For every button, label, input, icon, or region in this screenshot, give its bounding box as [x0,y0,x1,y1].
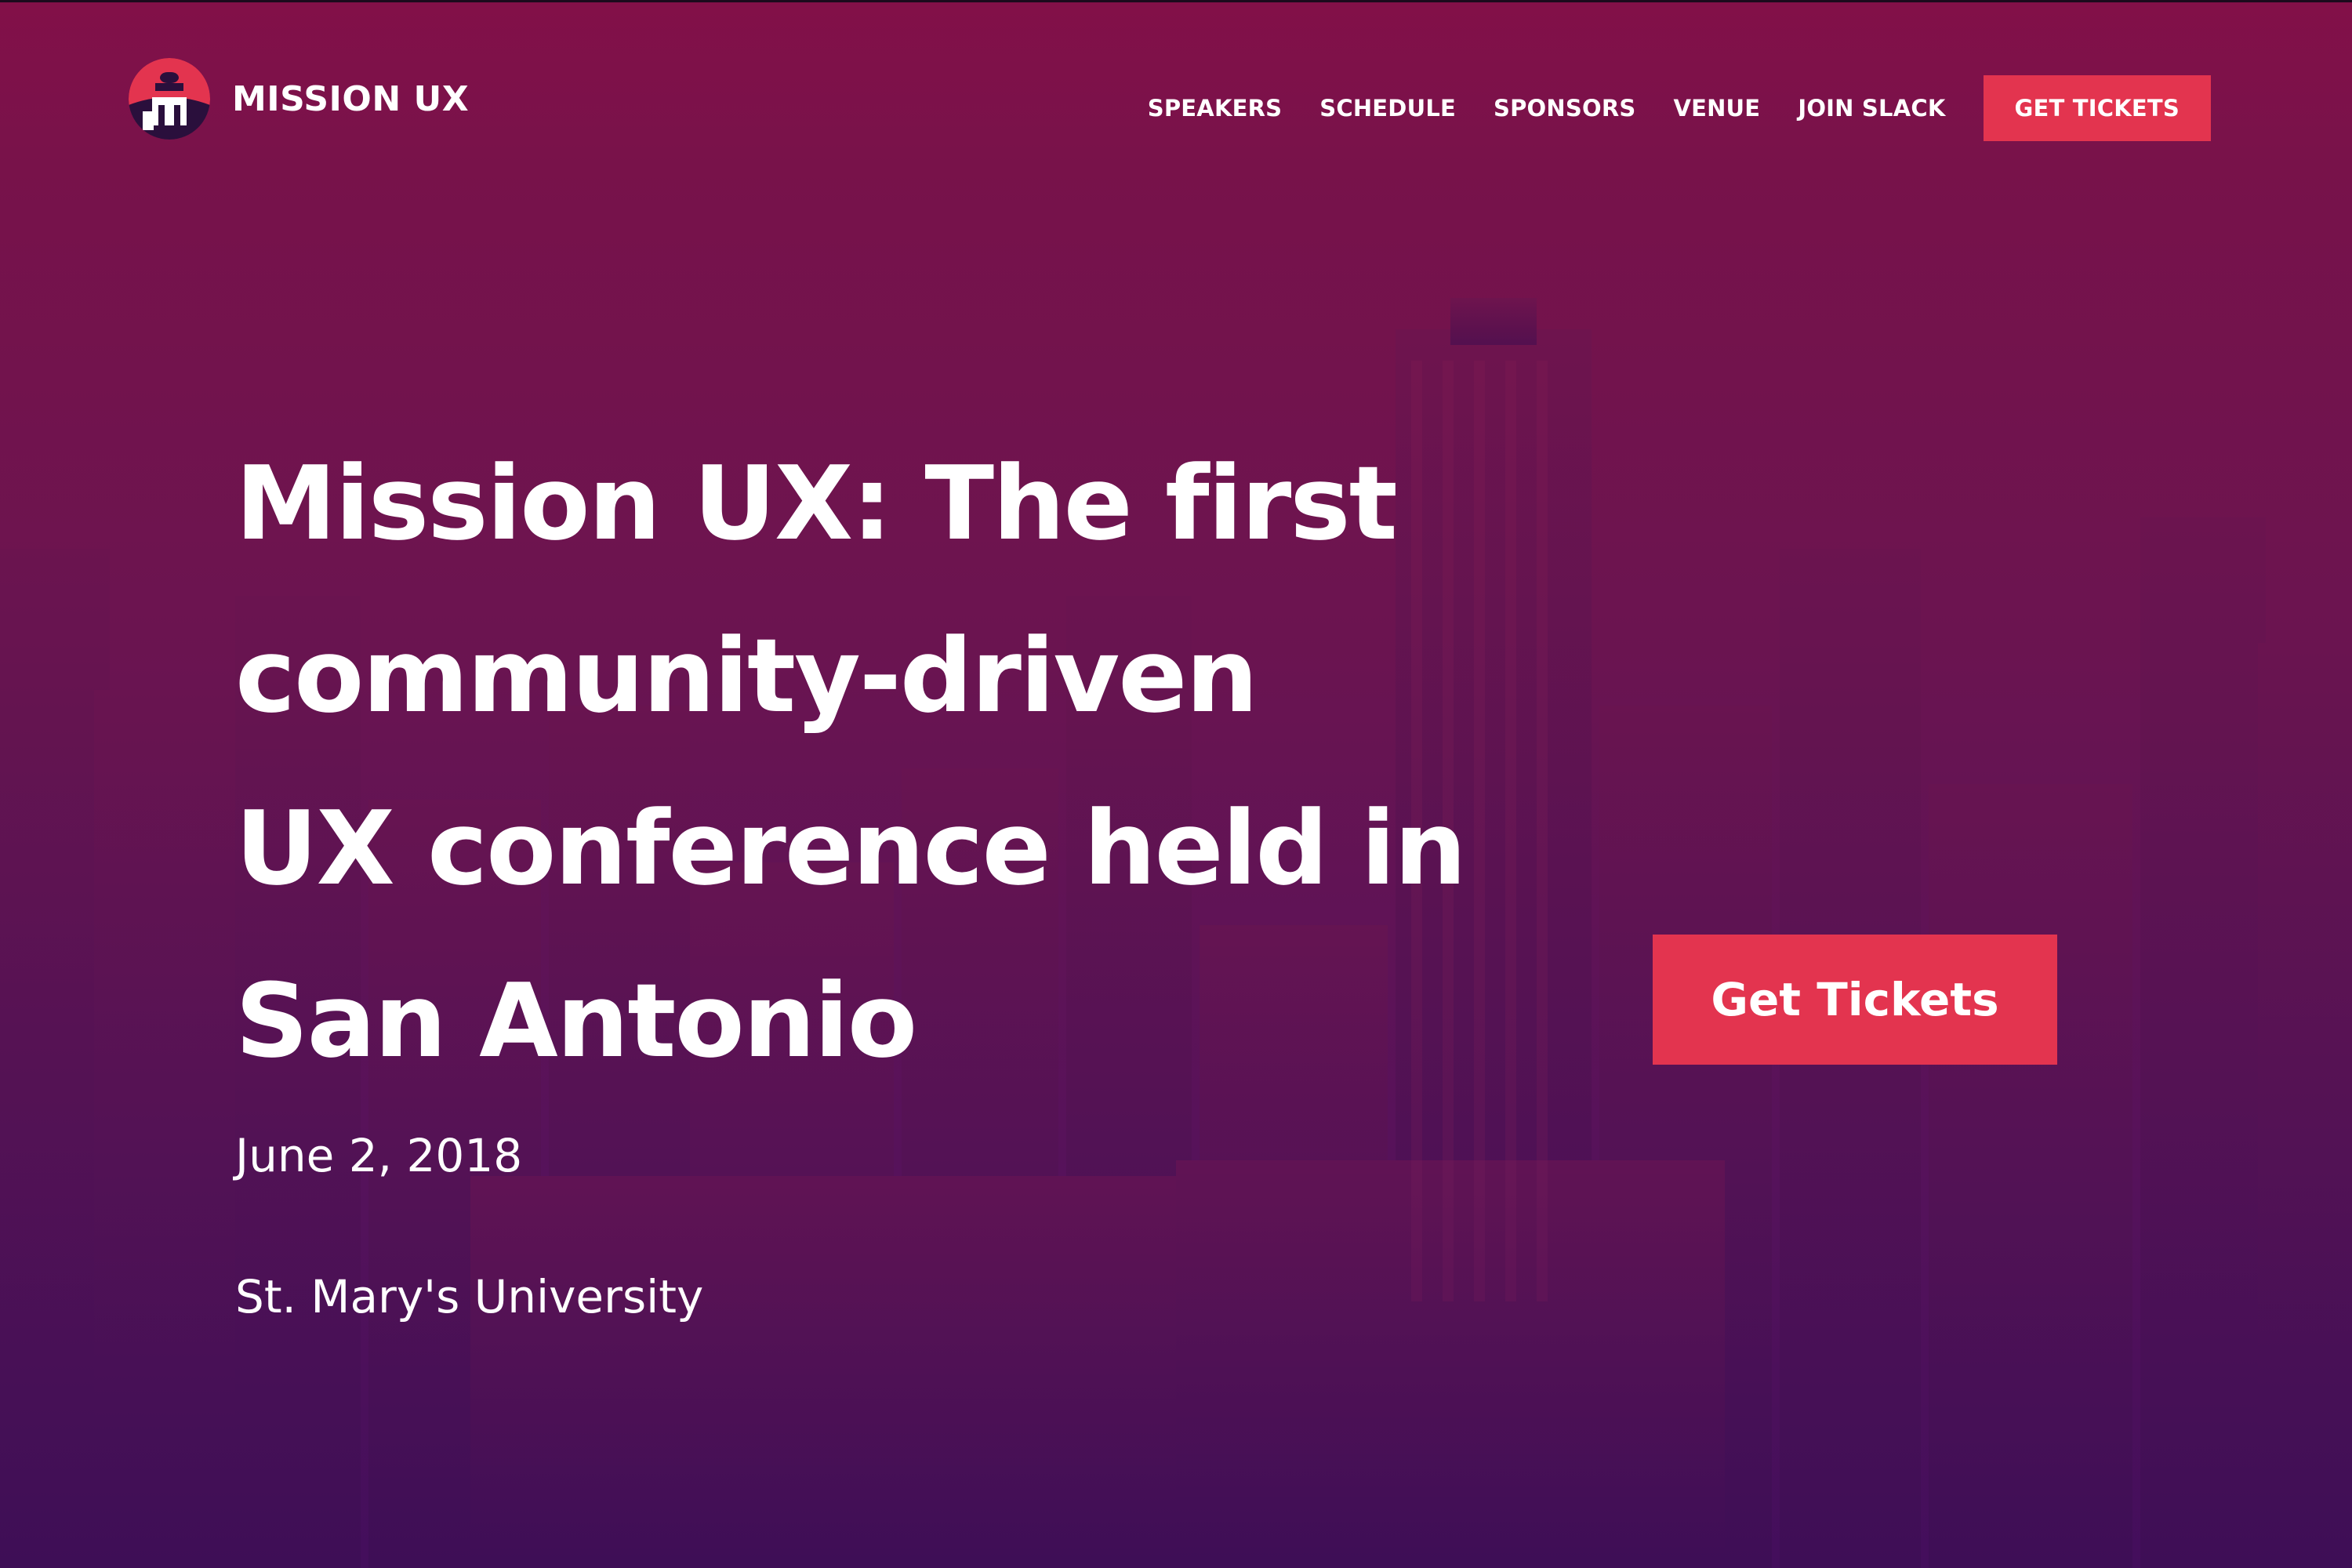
nav-get-tickets-button[interactable]: GET TICKETS [1983,75,2211,141]
nav-item-speakers[interactable]: SPEAKERS [1148,95,1283,122]
nav-item-venue[interactable]: VENUE [1673,95,1760,122]
headline-line: UX conference held in [235,789,1467,908]
hero-section: MISSION UX SPEAKERS SCHEDULE SPONSORS VE… [0,0,2352,1568]
event-date: June 2, 2018 [235,1129,523,1182]
nav-item-sponsors[interactable]: SPONSORS [1494,95,1635,122]
nav-item-schedule[interactable]: SCHEDULE [1319,95,1456,122]
nav-item-join-slack[interactable]: JOIN SLACK [1798,95,1945,122]
logo-text: MISSION UX [232,78,470,119]
headline-line: Mission UX: The first [235,444,1398,563]
hero-headline: Mission UX: The first community-driven U… [235,417,1529,1107]
event-venue: St. Mary's University [235,1270,704,1323]
headline-line: community-driven [235,616,1258,735]
hero-get-tickets-button[interactable]: Get Tickets [1653,935,2057,1065]
mission-bell-tower-icon [129,58,210,140]
headline-line: San Antonio [235,961,917,1080]
main-nav: SPEAKERS SCHEDULE SPONSORS VENUE JOIN SL… [1110,75,2211,141]
logo[interactable]: MISSION UX [129,58,469,140]
